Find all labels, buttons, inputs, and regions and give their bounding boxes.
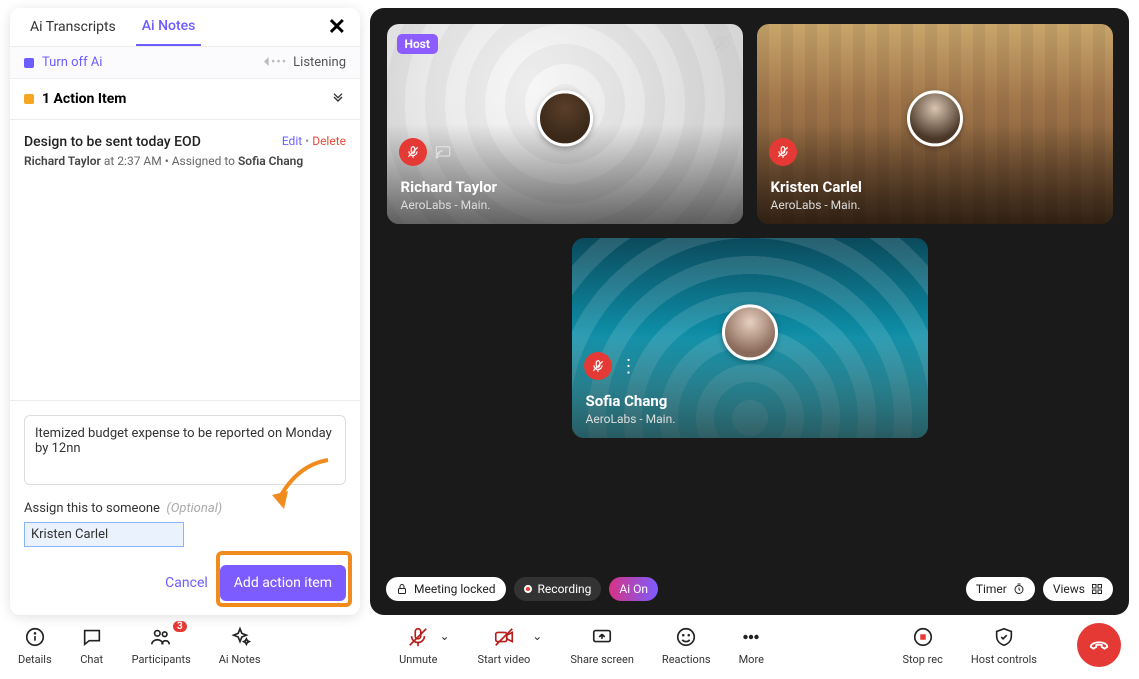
smile-icon	[674, 625, 698, 649]
mic-options-chevron-icon[interactable]: ⌄	[439, 629, 449, 643]
ai-notes-panel: Ai Transcripts Ai Notes ✕ Turn off Ai ⏴•…	[10, 8, 360, 615]
video-stage: Host Richard Taylor AeroLabs - Main.	[370, 8, 1129, 615]
mic-muted-icon	[399, 138, 427, 166]
participants-button[interactable]: 3 Participants	[132, 625, 191, 666]
delete-link[interactable]: Delete	[312, 134, 346, 148]
participant-room: AeroLabs - Main.	[586, 412, 914, 426]
info-icon	[23, 625, 47, 649]
more-button[interactable]: More	[739, 625, 764, 666]
turn-off-ai-link[interactable]: Turn off Ai	[42, 55, 102, 70]
stage-status-bar: Meeting locked Recording Ai On Timer Vie…	[386, 577, 1113, 601]
participants-badge: 3	[173, 621, 187, 632]
action-item-input[interactable]	[24, 415, 346, 485]
video-off-icon[interactable]	[713, 34, 731, 56]
participant-tile-richard[interactable]: Host Richard Taylor AeroLabs - Main.	[387, 24, 743, 224]
assign-to-field[interactable]	[24, 522, 184, 547]
host-controls-button[interactable]: Host controls	[971, 625, 1037, 666]
record-dot-icon	[524, 585, 532, 593]
sparkle-icon	[228, 625, 252, 649]
tab-ai-transcripts[interactable]: Ai Transcripts	[24, 9, 122, 45]
ai-notes-button[interactable]: Ai Notes	[219, 625, 261, 666]
add-action-item-button[interactable]: Add action item	[220, 565, 346, 601]
host-badge: Host	[397, 34, 438, 54]
ai-on-pill[interactable]: Ai On	[609, 577, 658, 601]
tile-more-icon[interactable]: ⋮	[620, 358, 638, 376]
shield-icon	[992, 625, 1016, 649]
timer-pill[interactable]: Timer	[966, 577, 1035, 601]
close-icon[interactable]: ✕	[328, 15, 346, 40]
video-off-icon	[492, 625, 516, 649]
action-items-header[interactable]: 1 Action Item	[10, 79, 360, 120]
cancel-button[interactable]: Cancel	[165, 575, 208, 591]
participant-name: Richard Taylor	[401, 178, 729, 196]
hang-up-button[interactable]	[1077, 623, 1121, 667]
bottom-toolbar: Details Chat 3 Participants Ai Notes Unm…	[0, 615, 1139, 679]
unmute-button[interactable]: Unmute	[399, 625, 437, 666]
avatar	[907, 90, 963, 146]
panel-tabs: Ai Transcripts Ai Notes ✕	[10, 8, 360, 47]
avatar	[722, 304, 778, 360]
mic-off-icon	[406, 625, 430, 649]
participant-name: Sofia Chang	[586, 392, 914, 410]
assign-optional-label: (Optional)	[166, 501, 222, 516]
mic-muted-icon	[769, 138, 797, 166]
meeting-locked-pill[interactable]: Meeting locked	[386, 577, 506, 601]
more-icon	[739, 625, 763, 649]
stop-record-icon	[911, 625, 935, 649]
details-button[interactable]: Details	[18, 625, 52, 666]
avatar	[537, 90, 593, 146]
start-video-button[interactable]: Start video	[478, 625, 531, 666]
reactions-button[interactable]: Reactions	[662, 625, 711, 666]
video-options-chevron-icon[interactable]: ⌄	[532, 629, 542, 643]
listening-label: Listening	[293, 55, 346, 70]
participant-name: Kristen Carlel	[771, 178, 1099, 196]
recording-pill[interactable]: Recording	[514, 577, 602, 601]
participants-icon	[149, 625, 173, 649]
stop-rec-button[interactable]: Stop rec	[902, 625, 942, 666]
tab-ai-notes[interactable]: Ai Notes	[136, 8, 202, 46]
participant-room: AeroLabs - Main.	[401, 198, 729, 212]
views-pill[interactable]: Views	[1043, 577, 1113, 601]
chevron-down-icon[interactable]	[330, 89, 346, 109]
action-item-card: Edit • Delete Design to be sent today EO…	[10, 120, 360, 182]
chat-icon	[80, 625, 104, 649]
participant-room: AeroLabs - Main.	[771, 198, 1099, 212]
assign-label: Assign this to someone	[24, 501, 160, 516]
share-screen-icon	[590, 625, 614, 649]
action-item-meta: Richard Taylor at 2:37 AM • Assigned to …	[24, 154, 346, 168]
cast-icon[interactable]	[435, 144, 451, 164]
mic-muted-icon	[584, 352, 612, 380]
listening-animation-icon: ⏴•••	[263, 55, 287, 70]
action-items-count: 1 Action Item	[42, 91, 126, 107]
ai-status-strip: Turn off Ai ⏴••• Listening	[10, 47, 360, 79]
stop-icon	[24, 58, 34, 68]
share-screen-button[interactable]: Share screen	[570, 625, 634, 666]
edit-link[interactable]: Edit	[282, 134, 302, 148]
action-items-dot-icon	[24, 94, 34, 104]
participant-tile-sofia[interactable]: ⋮ Sofia Chang AeroLabs - Main.	[572, 238, 928, 438]
participant-tile-kristen[interactable]: Kristen Carlel AeroLabs - Main.	[757, 24, 1113, 224]
compose-area: Assign this to someone (Optional) Cancel…	[10, 400, 360, 615]
chat-button[interactable]: Chat	[80, 625, 104, 666]
